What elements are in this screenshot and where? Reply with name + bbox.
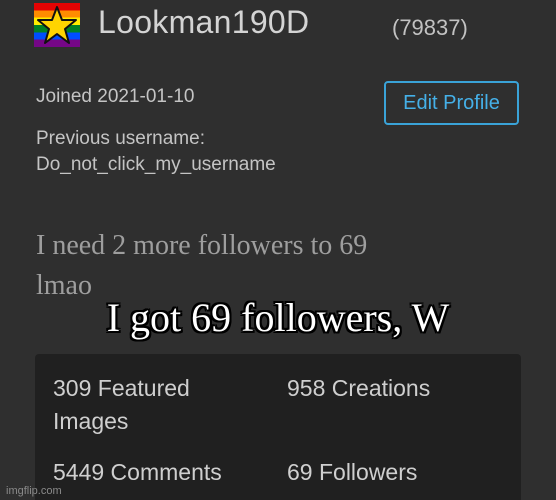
- previous-username-label: Previous username:: [36, 128, 205, 149]
- edit-profile-button[interactable]: Edit Profile: [384, 81, 519, 125]
- star-icon: [37, 6, 77, 44]
- bio-line: I need 2 more followers to 69: [36, 230, 368, 261]
- profile-header: Lookman190D (79837): [34, 0, 534, 50]
- stat-followers[interactable]: 69 Followers: [287, 456, 417, 489]
- stat-creations[interactable]: 958 Creations: [287, 372, 430, 405]
- meme-caption: I got 69 followers, W: [106, 295, 450, 340]
- stat-comments[interactable]: 5449 Comments: [53, 456, 222, 489]
- stats-panel: 309 Featured Images 958 Creations 5449 C…: [35, 354, 521, 500]
- watermark: imgflip.com: [6, 485, 62, 497]
- stat-featured-images[interactable]: 309 Featured Images: [53, 372, 253, 438]
- joined-date: Joined 2021-01-10: [36, 86, 195, 107]
- username: Lookman190D: [98, 4, 310, 40]
- previous-username-value: Do_not_click_my_username: [36, 154, 276, 175]
- avatar[interactable]: [34, 3, 80, 47]
- user-points: (79837): [392, 15, 468, 40]
